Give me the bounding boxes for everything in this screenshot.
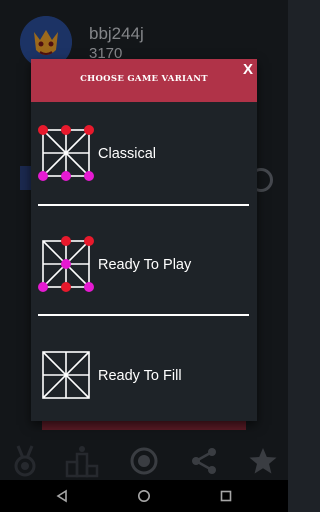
variant-ready-to-play[interactable]: Ready To Play <box>31 229 257 313</box>
divider <box>38 204 249 206</box>
choose-variant-dialog: CHOOSE GAME VARIANT X Classical Ready To… <box>31 59 257 421</box>
divider <box>38 314 249 316</box>
variant-label-ready-to-play: Ready To Play <box>98 257 192 273</box>
close-button[interactable]: X <box>243 61 253 78</box>
dialog-header: CHOOSE GAME VARIANT X <box>31 59 257 102</box>
board-ready-to-play-icon <box>38 236 94 292</box>
variant-classical[interactable]: Classical <box>31 118 257 202</box>
board-empty-icon <box>42 351 90 399</box>
variant-ready-to-fill[interactable]: Ready To Fill <box>31 340 257 424</box>
board-classical-icon <box>38 125 94 181</box>
dialog-title: CHOOSE GAME VARIANT <box>80 74 208 84</box>
variant-label-ready-to-fill: Ready To Fill <box>98 368 182 384</box>
variant-label-classical: Classical <box>98 146 157 162</box>
